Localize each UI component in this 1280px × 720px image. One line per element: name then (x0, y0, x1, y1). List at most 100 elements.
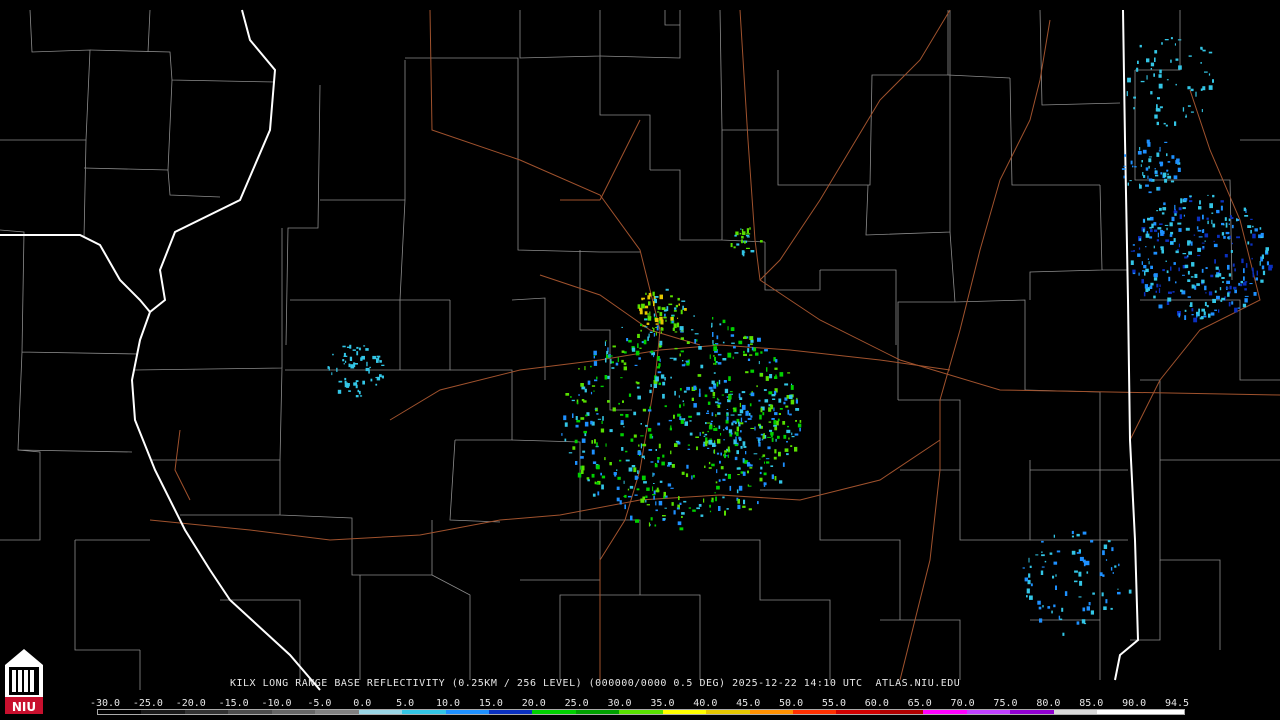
echo-pixel (1155, 170, 1157, 173)
echo-pixel (365, 348, 369, 351)
echo-pixel (1189, 305, 1192, 307)
echo-pixel (773, 456, 777, 460)
echo-pixel (1062, 632, 1065, 636)
echo-pixel (1148, 156, 1152, 158)
echo-pixel (681, 512, 685, 515)
echo-pixel (655, 449, 657, 451)
echo-pixel (709, 438, 712, 440)
echo-pixel (1082, 559, 1086, 563)
echo-pixel (1165, 124, 1168, 127)
echo-pixel (722, 358, 727, 361)
echo-pixel (1230, 217, 1234, 219)
echo-pixel (338, 380, 343, 383)
echo-pixel (1153, 251, 1158, 255)
echo-pixel (1133, 107, 1135, 110)
echo-pixel (356, 351, 359, 356)
echo-pixel (749, 467, 753, 469)
echo-pixel (1058, 615, 1061, 620)
echo-pixel (767, 446, 771, 450)
echo-pixel (676, 507, 680, 510)
echo-pixel (727, 454, 729, 458)
echo-pixel (332, 353, 334, 356)
echo-pixel (600, 428, 605, 433)
echo-pixel (1208, 51, 1213, 54)
echo-pixel (729, 391, 733, 393)
echo-pixel (655, 323, 659, 325)
echo-pixel (1149, 285, 1153, 289)
echo-pixel (625, 414, 629, 418)
scale-label: 20.0 (521, 698, 546, 709)
echo-pixel (1117, 591, 1121, 595)
echo-pixel (1215, 266, 1219, 270)
echo-pixel (1191, 262, 1195, 267)
echo-pixel (1225, 231, 1230, 235)
echo-pixel (1218, 309, 1220, 313)
echo-pixel (1212, 79, 1214, 83)
echo-pixel (740, 228, 742, 230)
echo-pixel (623, 495, 626, 497)
echo-pixel (1260, 279, 1264, 283)
echo-pixel (633, 434, 637, 438)
echo-pixel (1204, 71, 1208, 73)
echo-pixel (716, 452, 720, 455)
echo-pixel (665, 319, 667, 322)
echo-pixel (343, 363, 345, 365)
echo-pixel (732, 420, 736, 423)
echo-pixel (1159, 223, 1163, 225)
echo-pixel (719, 323, 722, 326)
echo-pixel (680, 350, 684, 353)
echo-pixel (634, 364, 638, 366)
echo-pixel (1178, 207, 1182, 211)
echo-pixel (1167, 173, 1169, 176)
echo-pixel (1134, 166, 1137, 168)
echo-pixel (716, 361, 718, 363)
echo-pixel (1227, 292, 1230, 297)
echo-pixel (645, 424, 648, 427)
echo-pixel (1178, 228, 1182, 232)
echo-pixel (1137, 253, 1141, 257)
echo-pixel (1245, 263, 1248, 268)
echo-pixel (1158, 150, 1161, 152)
echo-pixel (653, 301, 655, 306)
echo-pixel (1133, 250, 1135, 252)
echo-pixel (794, 433, 799, 436)
echo-pixel (662, 393, 665, 399)
echo-pixel (604, 375, 608, 380)
echo-pixel (643, 481, 647, 484)
echo-pixel (1164, 224, 1169, 226)
echo-pixel (596, 413, 599, 415)
echo-pixel (730, 334, 735, 337)
echo-pixel (795, 408, 800, 411)
echo-pixel (1074, 570, 1078, 573)
echo-pixel (1166, 270, 1169, 274)
echo-pixel (1251, 257, 1253, 260)
echo-pixel (628, 467, 633, 472)
echo-pixel (625, 459, 630, 462)
echo-pixel (1210, 274, 1214, 278)
echo-pixel (649, 406, 651, 410)
echo-pixel (1144, 284, 1149, 289)
echo-pixel (1146, 139, 1150, 144)
echo-pixel (657, 460, 660, 463)
echo-pixel (1105, 559, 1108, 561)
echo-pixel (595, 482, 599, 485)
echo-pixel (778, 398, 782, 403)
echo-pixel (741, 404, 746, 410)
echo-pixel (660, 319, 664, 325)
echo-pixel (749, 354, 753, 356)
echo-pixel (601, 484, 604, 490)
echo-pixel (1158, 288, 1161, 293)
echo-pixel (756, 385, 758, 388)
echo-pixel (1146, 75, 1148, 80)
echo-pixel (746, 233, 751, 235)
echo-pixel (1221, 297, 1225, 301)
echo-pixel (354, 363, 358, 365)
echo-pixel (733, 246, 736, 249)
echo-pixel (765, 458, 770, 460)
echo-pixel (738, 421, 740, 425)
echo-pixel (1219, 287, 1222, 291)
echo-pixel (711, 325, 713, 328)
echo-pixel (1184, 315, 1187, 320)
echo-pixel (788, 437, 790, 440)
echo-pixel (363, 345, 366, 347)
